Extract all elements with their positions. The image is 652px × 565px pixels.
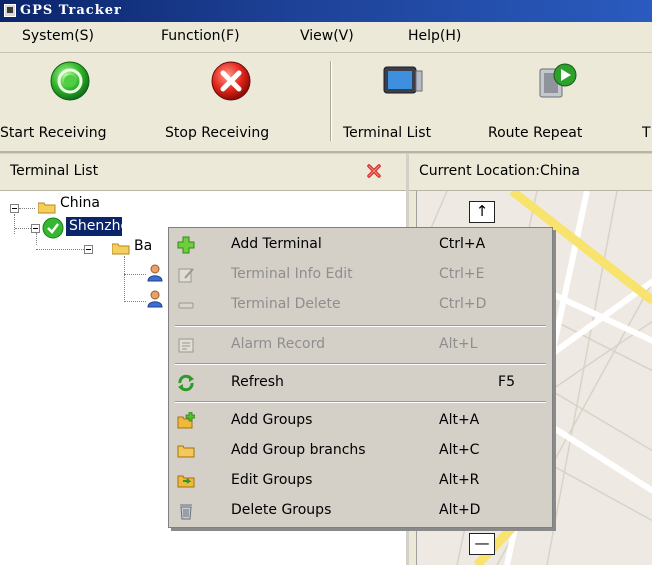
menu-separator — [175, 325, 546, 327]
toolbar-more-button[interactable]: T — [640, 53, 652, 151]
tree-line — [36, 233, 37, 245]
tree-node-group[interactable]: Ba — [134, 238, 164, 258]
tree-line — [124, 256, 125, 302]
trash-icon — [180, 504, 192, 520]
stop-receiving-label: Stop Receiving — [165, 125, 270, 141]
menu-separator — [175, 401, 546, 403]
menu-item-add-terminal[interactable]: Add Terminal Ctrl+A — [169, 232, 552, 258]
context-menu: Add Terminal Ctrl+A Terminal Info Edit C… — [168, 227, 553, 528]
menu-item-label: Terminal Delete — [231, 296, 341, 312]
tree-node-china[interactable]: China — [60, 195, 100, 215]
title-bar: GPS Tracker — [0, 0, 652, 22]
menu-item-shortcut: Alt+C — [439, 442, 480, 458]
add-group-icon — [177, 412, 195, 429]
menu-item-alarm-record[interactable]: Alarm Record Alt+L — [169, 332, 552, 358]
menu-item-shortcut: Alt+A — [439, 412, 480, 428]
terminal-list-header: Terminal List — [0, 154, 406, 191]
menu-item-label: Add Terminal — [231, 236, 322, 252]
start-receiving-label: Start Receiving — [0, 125, 107, 141]
toolbar-separator — [330, 61, 332, 141]
pan-down-button[interactable]: — — [469, 533, 495, 555]
expand-toggle-group[interactable] — [84, 245, 93, 254]
menu-bar: System(S) Function(F) View(V) Help(H) — [0, 22, 652, 53]
route-repeat-icon — [539, 63, 577, 98]
add-terminal-icon — [177, 236, 195, 254]
menu-item-label: Edit Groups — [231, 472, 313, 488]
route-repeat-label: Route Repeat — [488, 125, 583, 141]
terminal-icon — [383, 66, 423, 94]
online-status-icon — [42, 217, 64, 239]
folder-icon — [177, 445, 195, 458]
menu-item-label: Terminal Info Edit — [231, 266, 353, 282]
menu-item-shortcut: F5 — [498, 374, 515, 390]
tree-line — [14, 214, 15, 234]
menu-view[interactable]: View(V) — [300, 28, 354, 44]
terminal-list-label: Terminal List — [343, 125, 432, 141]
menu-item-label: Delete Groups — [231, 502, 332, 518]
menu-item-shortcut: Ctrl+E — [439, 266, 485, 282]
menu-item-terminal-info-edit[interactable]: Terminal Info Edit Ctrl+E — [169, 262, 552, 288]
toolbar: Start Receiving Stop Receiving Terminal … — [0, 53, 652, 153]
start-icon — [50, 61, 90, 101]
menu-separator — [175, 363, 546, 365]
menu-item-label: Refresh — [231, 374, 284, 390]
terminal-list-button[interactable]: Terminal List — [343, 53, 483, 151]
menu-item-delete-groups[interactable]: Delete Groups Alt+D — [169, 498, 552, 524]
map-header: Current Location:China — [409, 154, 652, 191]
tree-line — [124, 301, 146, 302]
app-icon — [4, 4, 16, 17]
menu-item-shortcut: Alt+R — [439, 472, 480, 488]
menu-item-shortcut: Alt+D — [439, 502, 481, 518]
start-receiving-button[interactable]: Start Receiving — [0, 53, 150, 151]
person-icon[interactable] — [146, 264, 164, 282]
menu-item-add-groups[interactable]: Add Groups Alt+A — [169, 408, 552, 434]
toolbar-more-label: T — [642, 125, 651, 141]
edit-icon — [178, 268, 194, 283]
menu-item-label: Add Groups — [231, 412, 313, 428]
tree-node-shenzhen[interactable]: Shenzhen — [66, 217, 122, 236]
folder-icon — [38, 202, 56, 214]
menu-item-refresh[interactable]: Refresh F5 — [169, 370, 552, 396]
window-title: GPS Tracker — [20, 3, 122, 18]
expand-toggle-shenzhen[interactable] — [31, 224, 40, 233]
current-location-title: Current Location:China — [419, 163, 580, 179]
menu-function[interactable]: Function(F) — [161, 28, 240, 44]
alarm-record-icon — [178, 338, 194, 353]
tree-line — [36, 249, 84, 250]
stop-receiving-button[interactable]: Stop Receiving — [165, 53, 315, 151]
folder-icon — [112, 243, 130, 255]
tree-line — [15, 228, 31, 229]
menu-help[interactable]: Help(H) — [408, 28, 461, 44]
refresh-icon — [178, 374, 194, 392]
edit-group-icon — [177, 475, 195, 488]
menu-item-terminal-delete[interactable]: Terminal Delete Ctrl+D — [169, 292, 552, 318]
tree-line — [19, 208, 35, 209]
expand-toggle-china[interactable] — [10, 204, 19, 213]
person-icon[interactable] — [146, 290, 164, 308]
menu-item-shortcut: Alt+L — [439, 336, 478, 352]
terminal-list-title: Terminal List — [10, 163, 99, 179]
menu-system[interactable]: System(S) — [22, 28, 94, 44]
menu-item-label: Add Group branchs — [231, 442, 366, 458]
stop-icon — [211, 61, 251, 101]
close-icon[interactable] — [366, 163, 382, 179]
tree-line — [124, 274, 146, 275]
menu-item-add-group-branchs[interactable]: Add Group branchs Alt+C — [169, 438, 552, 464]
menu-item-shortcut: Ctrl+A — [439, 236, 486, 252]
pan-up-button[interactable]: ↑ — [469, 201, 495, 223]
menu-item-shortcut: Ctrl+D — [439, 296, 487, 312]
route-repeat-button[interactable]: Route Repeat — [488, 53, 628, 151]
menu-item-label: Alarm Record — [231, 336, 326, 352]
menu-item-edit-groups[interactable]: Edit Groups Alt+R — [169, 468, 552, 494]
delete-icon — [178, 302, 194, 309]
